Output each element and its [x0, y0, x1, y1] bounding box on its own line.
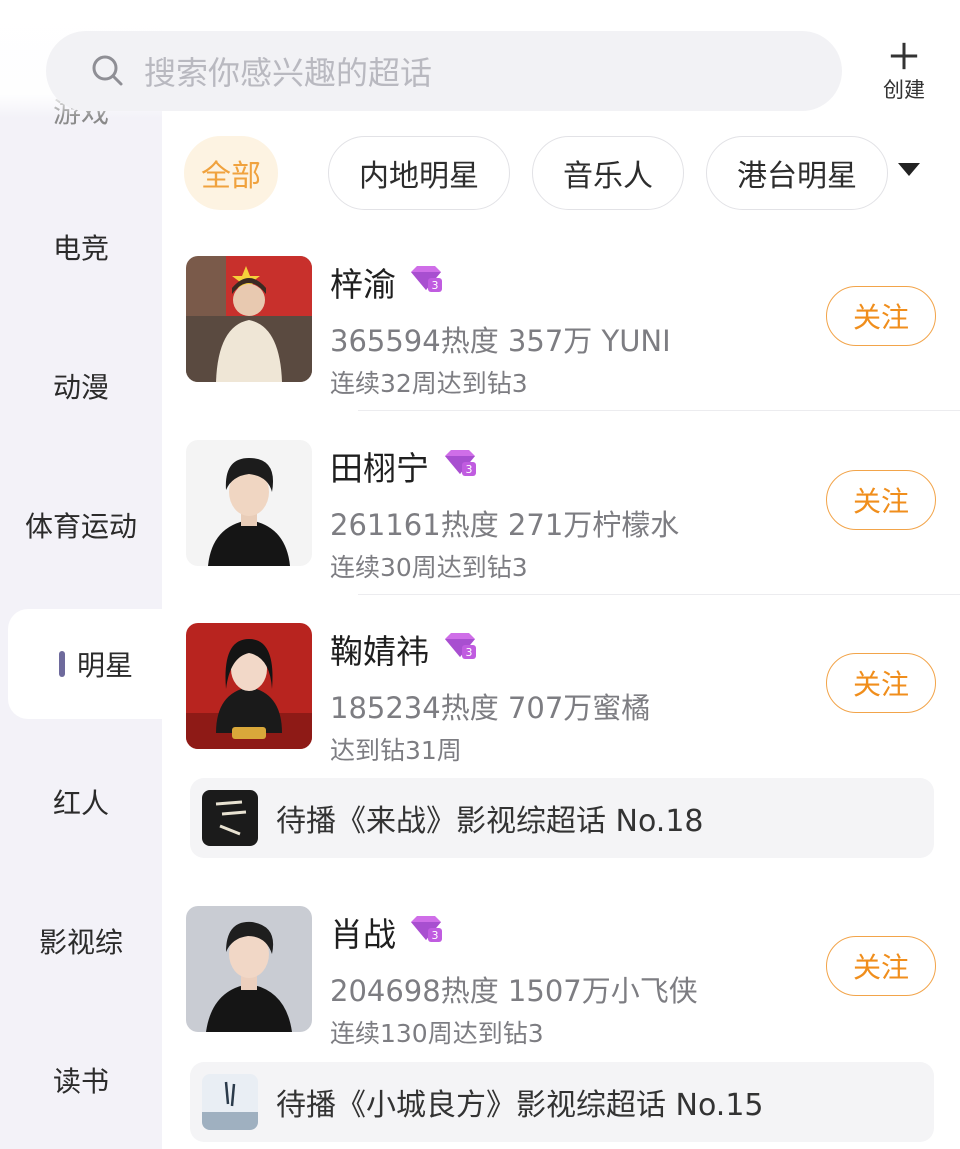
follow-button[interactable]: 关注	[826, 286, 936, 346]
tab-all[interactable]: 全部	[184, 136, 278, 210]
star-name: 肖战	[330, 915, 396, 954]
streak-text: 连续30周达到钻3	[330, 553, 528, 582]
follow-label: 关注	[852, 301, 909, 334]
sidebar-item-label: 体育运动	[24, 510, 137, 543]
expand-tabs-icon[interactable]	[898, 161, 920, 177]
sidebar-item-film-tv[interactable]: 影视综	[0, 886, 162, 996]
avatar	[186, 440, 312, 566]
list-item[interactable]: 鞠婧祎 3 185234热度 707万蜜橘 达到钻31周 关注	[186, 623, 960, 765]
stats-text: 365594热度 357万 YUNI	[330, 324, 671, 358]
sidebar-item-label: 影视综	[38, 926, 123, 959]
follow-label: 关注	[852, 485, 909, 518]
sidebar-item-label: 明星	[76, 649, 133, 682]
diamond-badge-icon: 3	[445, 633, 476, 659]
divider	[358, 594, 960, 595]
promo-banner[interactable]: 待播《小城良方》影视综超话 No.15	[190, 1062, 934, 1142]
sidebar-item-sports[interactable]: 体育运动	[0, 470, 162, 580]
category-sidebar: 游戏 电竞 动漫 体育运动 明星 红人 影视综 读书	[0, 0, 184, 1149]
follow-button[interactable]: 关注	[826, 653, 936, 713]
promo-text: 待播《来战》影视综超话 No.18	[276, 804, 704, 839]
stats-text: 204698热度 1507万小飞侠	[330, 974, 698, 1008]
diamond-badge-icon: 3	[411, 916, 442, 942]
avatar	[186, 906, 312, 1032]
promo-thumbnail	[202, 1074, 258, 1130]
svg-text:3: 3	[432, 279, 439, 292]
promo-text: 待播《小城良方》影视综超话 No.15	[276, 1088, 764, 1123]
sidebar-item-influencers[interactable]: 红人	[0, 747, 162, 857]
list-item[interactable]: 梓渝 3 365594热度 357万 YUNI 连续32周达到钻3 关注	[186, 256, 960, 398]
search-input[interactable]: 搜索你感兴趣的超话	[46, 31, 842, 111]
streak-text: 连续130周达到钻3	[330, 1019, 544, 1048]
sidebar-item-stars[interactable]: 明星	[8, 609, 184, 719]
sidebar-item-label: 红人	[52, 787, 109, 820]
create-label: 创建	[883, 78, 925, 102]
list-item[interactable]: 田栩宁 3 261161热度 271万柠檬水 连续30周达到钻3 关注	[186, 440, 960, 582]
plus-icon	[890, 42, 918, 70]
tab-mainland-stars[interactable]: 内地明星	[328, 136, 510, 210]
diamond-badge-icon: 3	[411, 266, 442, 292]
svg-text:3: 3	[432, 929, 439, 942]
search-icon	[92, 55, 123, 86]
sidebar-item-label: 动漫	[52, 371, 109, 404]
tab-label: 港台明星	[737, 159, 857, 194]
tab-label: 内地明星	[359, 159, 479, 194]
follow-button[interactable]: 关注	[826, 936, 936, 996]
follow-button[interactable]: 关注	[826, 470, 936, 530]
list-item[interactable]: 肖战 3 204698热度 1507万小飞侠 连续130周达到钻3 关注	[186, 906, 960, 1048]
sidebar-item-reading[interactable]: 读书	[0, 1025, 162, 1135]
stats-text: 185234热度 707万蜜橘	[330, 691, 651, 725]
search-placeholder: 搜索你感兴趣的超话	[144, 54, 433, 92]
active-indicator	[58, 651, 65, 677]
sidebar-item-label: 读书	[52, 1065, 109, 1098]
tab-hk-tw-stars[interactable]: 港台明星	[706, 136, 888, 210]
divider	[358, 410, 960, 411]
create-button[interactable]: 创建	[872, 40, 936, 104]
diamond-badge-icon: 3	[445, 450, 476, 476]
avatar	[186, 256, 312, 382]
follow-label: 关注	[852, 951, 909, 984]
tab-musicians[interactable]: 音乐人	[532, 136, 684, 210]
svg-text:3: 3	[466, 646, 473, 659]
tab-label: 全部	[201, 159, 261, 194]
stats-text: 261161热度 271万柠檬水	[330, 508, 680, 542]
star-name: 梓渝	[330, 265, 396, 304]
sidebar-item-esports[interactable]: 电竞	[0, 192, 162, 302]
avatar	[186, 623, 312, 749]
top-bar: 搜索你感兴趣的超话 创建	[0, 0, 960, 118]
promo-thumbnail	[202, 790, 258, 846]
tab-label: 音乐人	[563, 159, 653, 194]
promo-banner[interactable]: 待播《来战》影视综超话 No.18	[190, 778, 934, 858]
streak-text: 达到钻31周	[330, 736, 462, 765]
svg-text:3: 3	[466, 463, 473, 476]
streak-text: 连续32周达到钻3	[330, 369, 528, 398]
sidebar-item-label: 电竞	[52, 232, 109, 265]
sidebar-item-anime[interactable]: 动漫	[0, 331, 162, 441]
star-name: 田栩宁	[330, 449, 429, 488]
star-name: 鞠婧祎	[330, 632, 429, 671]
follow-label: 关注	[852, 668, 909, 701]
